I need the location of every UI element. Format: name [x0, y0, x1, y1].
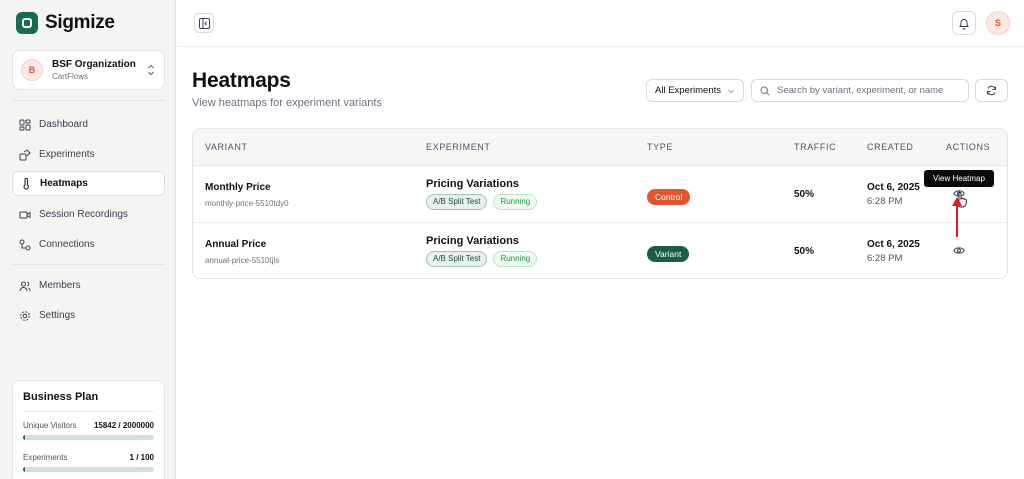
- sidebar-item-members[interactable]: Members: [12, 273, 165, 298]
- sidebar-divider: [12, 100, 165, 101]
- visitors-value: 15842 / 2000000: [93, 421, 154, 430]
- refresh-button[interactable]: [975, 79, 1008, 102]
- column-header-created: CREATED: [867, 142, 914, 152]
- variant-name: Monthly Price: [205, 182, 271, 193]
- sidebar-item-dashboard[interactable]: Dashboard: [12, 112, 165, 137]
- traffic-value: 50%: [794, 189, 815, 200]
- column-header-actions: ACTIONS: [946, 142, 991, 152]
- search-input[interactable]: [777, 85, 967, 96]
- visitors-label: Unique Visitors: [23, 421, 77, 430]
- created-date: Oct 6, 2025: [867, 182, 920, 193]
- topbar: S: [177, 0, 1024, 47]
- variant-name: Annual Price: [205, 239, 267, 250]
- sidebar-item-label: Dashboard: [39, 119, 88, 130]
- table-row: Annual Price annual-price-5510tjls Prici…: [193, 223, 1007, 278]
- page-title: Heatmaps: [192, 69, 291, 92]
- thermometer-icon: [20, 177, 32, 190]
- page-subtitle: View heatmaps for experiment variants: [192, 97, 382, 109]
- connections-icon: [19, 239, 31, 251]
- table-row: Monthly Price monthly-price-5510tdy0 Pri…: [193, 166, 1007, 223]
- sidebar-item-label: Session Recordings: [39, 209, 128, 220]
- plan-title: Business Plan: [23, 391, 99, 403]
- sidebar-toggle-icon: [198, 17, 210, 29]
- experiments-value: 1 / 100: [129, 453, 154, 462]
- sidebar-item-label: Connections: [39, 239, 95, 250]
- chevron-down-icon: [728, 89, 734, 94]
- heatmaps-table: VARIANT EXPERIMENT TYPE TRAFFIC CREATED …: [192, 128, 1008, 279]
- experiments-progress-fill: [23, 467, 25, 472]
- org-avatar: B: [21, 59, 43, 81]
- sidebar-item-settings[interactable]: Settings: [12, 303, 165, 328]
- sidebar-item-heatmaps[interactable]: Heatmaps: [12, 171, 165, 196]
- visitors-progress-bar: [23, 435, 154, 440]
- plan-divider: [23, 411, 154, 412]
- org-name: BSF Organization: [52, 58, 136, 70]
- sidebar-item-experiments[interactable]: Experiments: [12, 142, 165, 167]
- sidebar-item-connections[interactable]: Connections: [12, 232, 165, 257]
- column-header-traffic: TRAFFIC: [794, 142, 837, 152]
- chevron-up-down-icon: [148, 64, 154, 76]
- created-time: 6:28 PM: [867, 253, 903, 264]
- status-badge: Running: [493, 194, 538, 210]
- org-switcher[interactable]: B BSF Organization CartFlows: [12, 50, 165, 90]
- experiment-filter-value: All Experiments: [655, 85, 721, 96]
- logo[interactable]: Sigmize: [16, 12, 115, 34]
- sidebar-divider: [12, 264, 165, 265]
- type-badge: Control: [647, 189, 691, 205]
- test-type-tag: A/B Split Test: [426, 251, 488, 267]
- plan-card: Business Plan Unique Visitors 15842 / 20…: [12, 380, 165, 479]
- experiment-name: Pricing Variations: [426, 178, 519, 190]
- view-heatmap-button[interactable]: [952, 243, 966, 257]
- sidebar: Sigmize B BSF Organization CartFlows Das…: [0, 0, 176, 479]
- notifications-button[interactable]: [952, 11, 976, 35]
- experiment-filter-select[interactable]: All Experiments: [646, 79, 744, 102]
- sidebar-item-session-recordings[interactable]: Session Recordings: [12, 202, 165, 227]
- created-time: 6:28 PM: [867, 196, 903, 207]
- search-box[interactable]: [751, 79, 969, 102]
- column-header-experiment: EXPERIMENT: [426, 142, 491, 152]
- view-heatmap-tooltip: View Heatmap: [924, 170, 994, 187]
- search-icon: [760, 85, 770, 96]
- visitors-stat: Unique Visitors 15842 / 2000000: [23, 421, 154, 430]
- eye-icon: [953, 246, 965, 254]
- created-date: Oct 6, 2025: [867, 239, 920, 250]
- video-icon: [19, 209, 31, 221]
- sigmize-logo-icon: [16, 12, 38, 34]
- column-header-variant: VARIANT: [205, 142, 248, 152]
- sidebar-item-label: Settings: [39, 310, 76, 321]
- sidebar-item-label: Heatmaps: [40, 178, 88, 189]
- experiments-icon: [19, 148, 31, 161]
- sidebar-toggle-button[interactable]: [194, 13, 214, 33]
- experiments-label: Experiments: [23, 453, 68, 462]
- gear-icon: [19, 310, 31, 322]
- status-badge: Running: [493, 251, 538, 267]
- bell-icon: [959, 18, 969, 29]
- test-type-tag: A/B Split Test: [426, 194, 488, 210]
- variant-slug: annual-price-5510tjls: [205, 256, 280, 265]
- refresh-icon: [987, 85, 996, 96]
- users-icon: [19, 280, 31, 292]
- app-name: Sigmize: [45, 12, 115, 33]
- sidebar-item-label: Experiments: [39, 149, 95, 160]
- visitors-progress-fill: [23, 435, 25, 440]
- variant-slug: monthly-price-5510tdy0: [205, 199, 289, 208]
- type-badge: Variant: [647, 246, 690, 262]
- experiment-name: Pricing Variations: [426, 235, 519, 247]
- user-avatar[interactable]: S: [986, 11, 1010, 35]
- experiments-stat: Experiments 1 / 100: [23, 453, 154, 462]
- table-header: VARIANT EXPERIMENT TYPE TRAFFIC CREATED …: [193, 129, 1007, 166]
- sidebar-item-label: Members: [39, 280, 81, 291]
- column-header-type: TYPE: [647, 142, 673, 152]
- red-arrow-annotation: [952, 197, 962, 237]
- dashboard-icon: [19, 119, 31, 131]
- org-subtitle: CartFlows: [52, 71, 89, 81]
- experiments-progress-bar: [23, 467, 154, 472]
- traffic-value: 50%: [794, 246, 815, 257]
